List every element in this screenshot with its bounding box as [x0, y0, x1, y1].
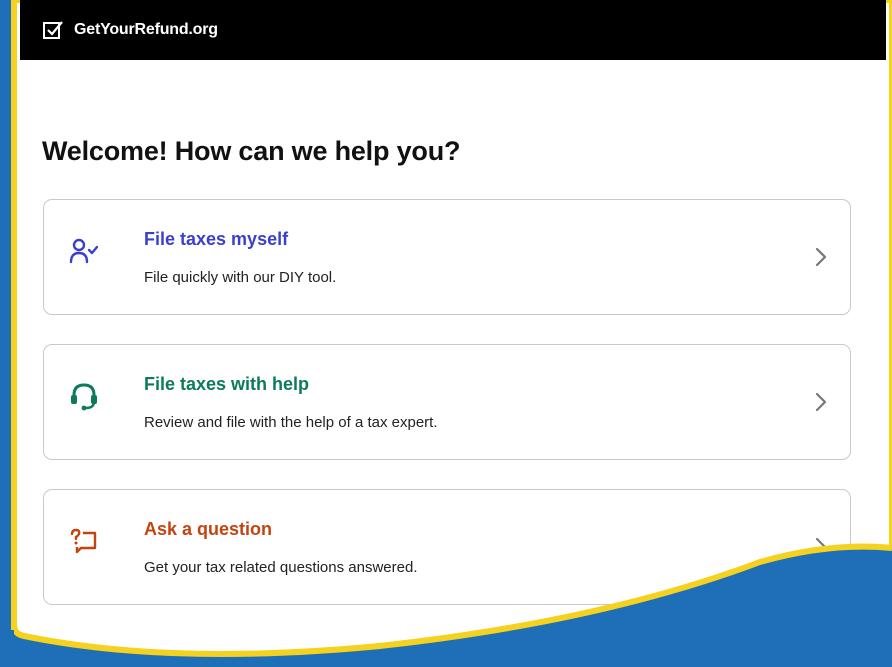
option-title: Ask a question: [144, 519, 273, 539]
option-card-file-taxes-with-help[interactable]: File taxes with help Review and file wit…: [43, 344, 851, 460]
checkbox-check-icon: [43, 21, 63, 39]
option-description: File quickly with our DIY tool.: [144, 269, 337, 286]
option-description: Get your tax related questions answered.: [144, 559, 418, 576]
chevron-right-icon: [815, 392, 827, 412]
option-description: Review and file with the help of a tax e…: [144, 414, 438, 431]
brand-logo-text[interactable]: GetYourRefund.org: [74, 21, 218, 39]
top-navigation-bar: GetYourRefund.org: [20, 0, 886, 60]
headset-icon: [71, 383, 97, 411]
app-window: GetYourRefund.org Welcome! How can we he…: [20, 0, 886, 667]
chevron-right-icon: [815, 537, 827, 557]
person-check-icon: [69, 238, 99, 264]
option-card-ask-a-question[interactable]: Ask a question Get your tax related ques…: [43, 489, 851, 605]
page-title: Welcome! How can we help you?: [42, 136, 461, 166]
option-title: File taxes myself: [144, 229, 289, 249]
chevron-right-icon: [815, 247, 827, 267]
question-chat-icon: [70, 528, 97, 554]
option-title: File taxes with help: [144, 374, 310, 394]
option-card-file-taxes-myself[interactable]: File taxes myself File quickly with our …: [43, 199, 851, 315]
screenshot-stage: GetYourRefund.org Welcome! How can we he…: [0, 0, 892, 667]
